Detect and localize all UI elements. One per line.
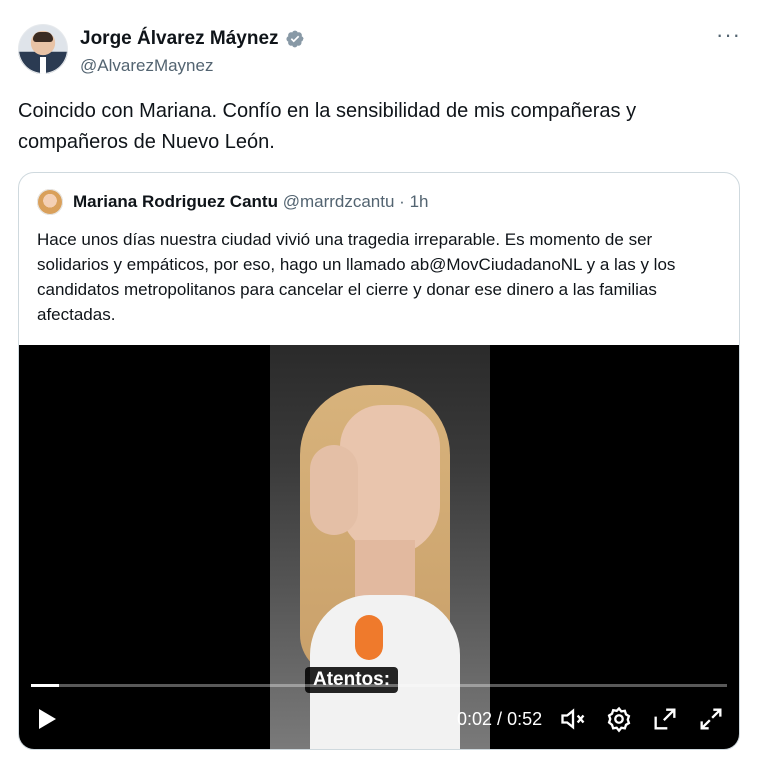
video-duration: 0:52 xyxy=(507,709,543,729)
quoted-separator: · xyxy=(394,192,410,211)
tweet-text: Coincido con Mariana. Confío en la sensi… xyxy=(18,100,637,153)
author-name[interactable]: Jorge Álvarez Máynez xyxy=(80,28,279,50)
video-shirt-logo xyxy=(355,615,383,660)
more-icon[interactable]: ··· xyxy=(716,24,741,46)
verified-badge-icon xyxy=(285,30,304,48)
popout-icon[interactable] xyxy=(651,705,679,733)
quoted-tweet[interactable]: Mariana Rodriguez Cantu @marrdzcantu · 1… xyxy=(18,172,740,750)
play-icon[interactable] xyxy=(39,709,56,729)
fullscreen-icon[interactable] xyxy=(697,705,725,733)
video-time: 0:02 / 0:52 xyxy=(457,709,542,730)
video-progress-fill xyxy=(31,684,59,687)
mute-icon[interactable] xyxy=(559,705,587,733)
video-person-neck xyxy=(355,540,415,600)
video-current-time: 0:02 xyxy=(457,709,493,729)
video-progress-bar[interactable] xyxy=(31,684,727,687)
quoted-time[interactable]: 1h xyxy=(410,192,429,211)
quoted-author-handle[interactable]: @marrdzcantu xyxy=(283,192,395,211)
video-controls: 0:02 / 0:52 xyxy=(19,701,739,745)
quoted-author-avatar[interactable] xyxy=(37,189,63,215)
avatar-hair xyxy=(33,32,53,42)
quoted-author-name[interactable]: Mariana Rodriguez Cantu xyxy=(73,192,278,211)
video-person-hand xyxy=(310,445,358,535)
author-name-row: Jorge Álvarez Máynez xyxy=(80,28,305,50)
quoted-text: Hace unos días nuestra ciudad vivió una … xyxy=(37,230,676,324)
author-handle[interactable]: @AlvarezMaynez xyxy=(80,56,213,76)
quoted-header: Mariana Rodriguez Cantu @marrdzcantu · 1… xyxy=(73,192,428,212)
settings-icon[interactable] xyxy=(605,705,633,733)
video-time-separator: / xyxy=(492,709,508,729)
author-avatar[interactable] xyxy=(18,24,68,74)
avatar-shirt xyxy=(40,57,46,74)
video-player[interactable]: Atentos: 0:02 / 0:52 xyxy=(19,345,739,749)
video-caption: Atentos: xyxy=(305,667,399,693)
